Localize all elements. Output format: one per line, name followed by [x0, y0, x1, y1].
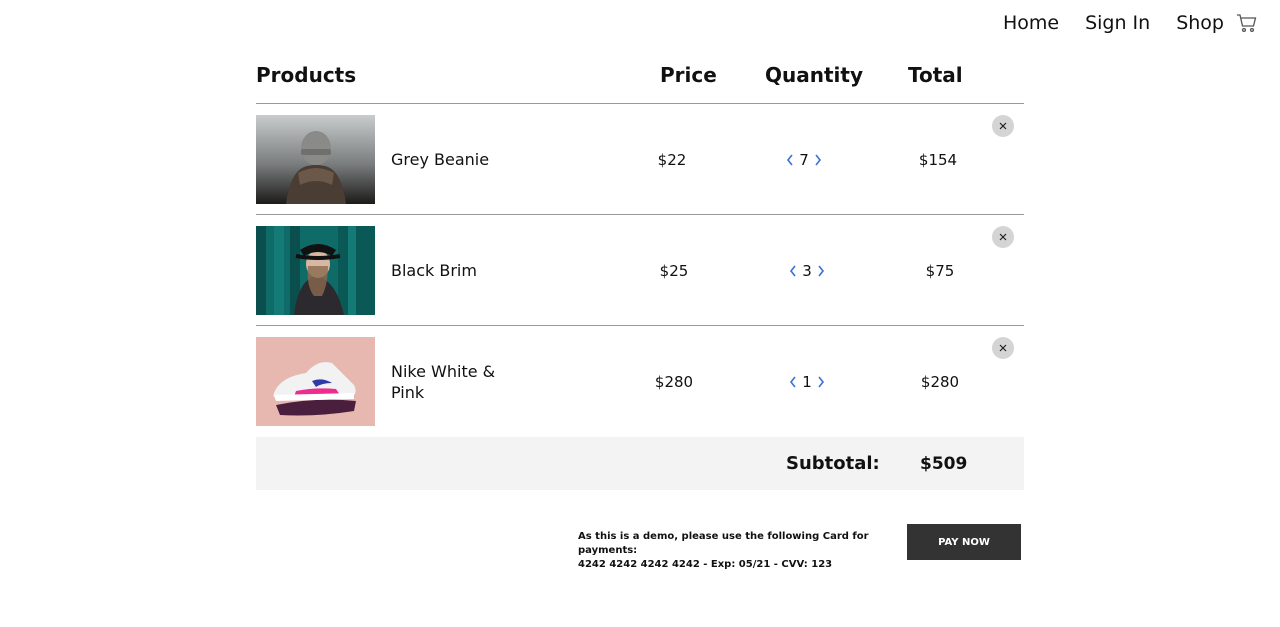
subtotal-value: $509 [920, 453, 968, 474]
pay-now-button[interactable]: PAY NOW [907, 524, 1021, 560]
cart-table: Products Price Quantity Total Grey Beani… [256, 60, 1024, 490]
product-price: $22 [657, 150, 687, 169]
product-image-black-brim [256, 226, 375, 315]
quantity-stepper: 3 [779, 215, 835, 326]
remove-item-button[interactable] [992, 337, 1014, 359]
subtotal-label: Subtotal: [786, 453, 880, 474]
quantity-value: 1 [802, 372, 812, 391]
top-nav: Home Sign In Shop [1003, 12, 1258, 34]
demo-note-line2: 4242 4242 4242 4242 - Exp: 05/21 - CVV: … [578, 559, 833, 570]
close-icon [999, 344, 1007, 352]
close-icon [999, 233, 1007, 241]
product-price: $280 [654, 372, 694, 391]
product-line-total: $154 [918, 150, 958, 169]
nav-shop-link[interactable]: Shop [1176, 12, 1224, 34]
subtotal-bar: Subtotal: $509 [256, 437, 1024, 490]
product-line-total: $75 [925, 261, 955, 280]
header-total: Total [908, 63, 963, 87]
quantity-stepper: 7 [776, 104, 832, 215]
demo-note-line1: As this is a demo, please use the follow… [578, 531, 869, 556]
product-name: Grey Beanie [391, 150, 490, 169]
product-name: Nike White & Pink [391, 361, 496, 402]
cart-row: Grey Beanie $22 7 $154 [256, 104, 1024, 215]
quantity-value: 7 [799, 150, 809, 169]
close-icon [999, 122, 1007, 130]
increase-quantity-icon[interactable] [812, 154, 824, 166]
decrease-quantity-icon[interactable] [787, 376, 799, 388]
cart-header-row: Products Price Quantity Total [256, 60, 1024, 104]
quantity-stepper: 1 [779, 326, 835, 437]
demo-payment-note: As this is a demo, please use the follow… [578, 530, 898, 572]
product-image-nike-shoe [256, 337, 375, 426]
decrease-quantity-icon[interactable] [784, 154, 796, 166]
nav-sign-in-link[interactable]: Sign In [1085, 12, 1150, 34]
increase-quantity-icon[interactable] [815, 376, 827, 388]
shopping-cart-icon[interactable] [1236, 12, 1258, 34]
header-price: Price [660, 63, 717, 87]
remove-item-button[interactable] [992, 115, 1014, 137]
product-line-total: $280 [920, 372, 960, 391]
cart-row: Black Brim $25 3 $75 [256, 215, 1024, 326]
decrease-quantity-icon[interactable] [787, 265, 799, 277]
header-quantity: Quantity [765, 63, 863, 87]
product-price: $25 [659, 261, 689, 280]
cart-row: Nike White & Pink $280 1 $280 [256, 326, 1024, 437]
product-image-grey-beanie [256, 115, 375, 204]
increase-quantity-icon[interactable] [815, 265, 827, 277]
header-products: Products [256, 63, 357, 87]
remove-item-button[interactable] [992, 226, 1014, 248]
nav-home-link[interactable]: Home [1003, 12, 1059, 34]
product-name: Black Brim [391, 261, 477, 280]
quantity-value: 3 [802, 261, 812, 280]
